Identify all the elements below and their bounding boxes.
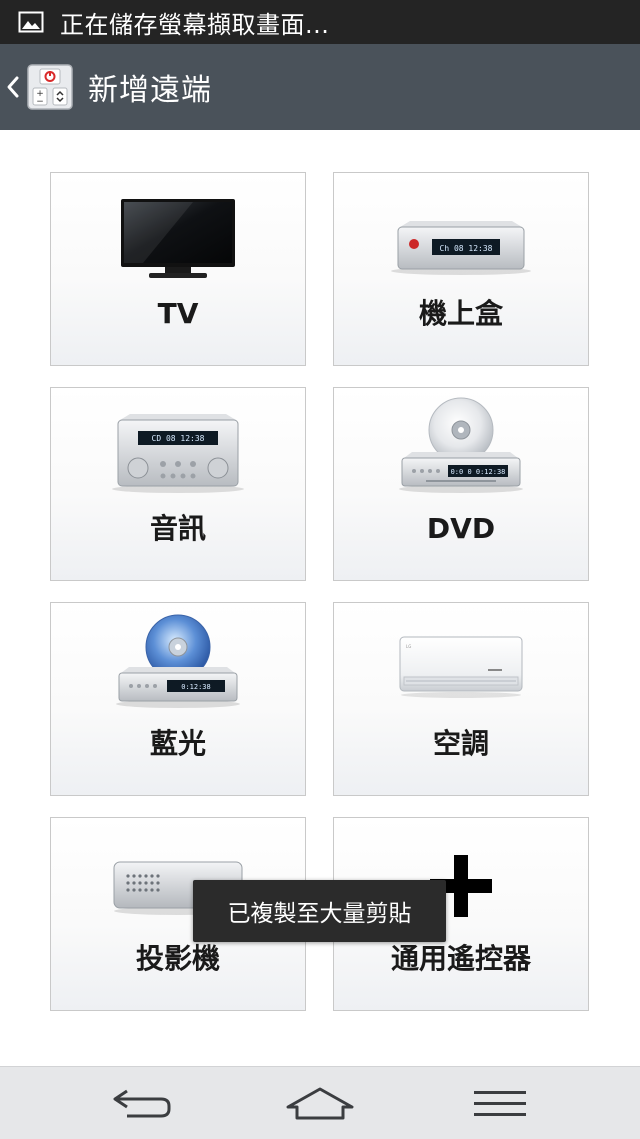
device-tile-tv[interactable]: TV <box>50 172 306 366</box>
svg-text:LG: LG <box>406 644 411 649</box>
home-icon[interactable] <box>285 1083 355 1123</box>
status-notification-text: 正在儲存螢幕擷取畫面... <box>60 10 330 39</box>
bluray-display-text: 0:12:38 <box>181 683 211 691</box>
menu-icon[interactable] <box>465 1083 535 1123</box>
navigation-bar <box>0 1066 640 1139</box>
page-title: 新增遠端 <box>88 73 212 108</box>
back-arrow-icon[interactable] <box>106 1083 176 1123</box>
audio-receiver-icon: CD 08 12:38 <box>51 388 305 506</box>
device-label: 機上盒 <box>418 297 503 330</box>
device-label: 通用遙控器 <box>390 942 531 975</box>
tv-icon <box>51 173 305 291</box>
device-label: 藍光 <box>149 727 206 760</box>
device-tile-audio[interactable]: CD 08 12:38 音訊 <box>50 387 306 581</box>
box-display-text: Ch 08 12:38 <box>440 244 493 253</box>
device-label: 投影機 <box>135 942 220 975</box>
image-icon <box>18 11 44 33</box>
set-top-box-icon: Ch 08 12:38 <box>334 173 588 291</box>
device-tile-dvd[interactable]: 0:0 0 0:12:38 DVD <box>333 387 589 581</box>
device-label: 音訊 <box>149 512 206 545</box>
air-conditioner-icon: LG <box>334 603 588 721</box>
status-bar: 正在儲存螢幕擷取畫面... <box>0 0 640 44</box>
action-bar: + − 新增遠端 <box>0 44 640 130</box>
dvd-display-text: 0:0 0 0:12:38 <box>451 468 506 476</box>
device-label: DVD <box>426 512 496 545</box>
device-label: 空調 <box>432 727 489 760</box>
remote-control-icon[interactable]: + − <box>26 63 74 111</box>
toast-message: 已複製至大量剪貼 <box>193 880 446 942</box>
device-tile-bluray[interactable]: 0:12:38 藍光 <box>50 602 306 796</box>
chevron-left-icon[interactable] <box>6 75 20 99</box>
device-label: TV <box>157 297 199 330</box>
svg-text:−: − <box>36 97 44 107</box>
device-tile-air-conditioner[interactable]: LG 空調 <box>333 602 589 796</box>
device-tile-set-top-box[interactable]: Ch 08 12:38 機上盒 <box>333 172 589 366</box>
bluray-player-icon: 0:12:38 <box>51 603 305 721</box>
audio-display-text: CD 08 12:38 <box>152 434 205 443</box>
dvd-player-icon: 0:0 0 0:12:38 <box>334 388 588 506</box>
